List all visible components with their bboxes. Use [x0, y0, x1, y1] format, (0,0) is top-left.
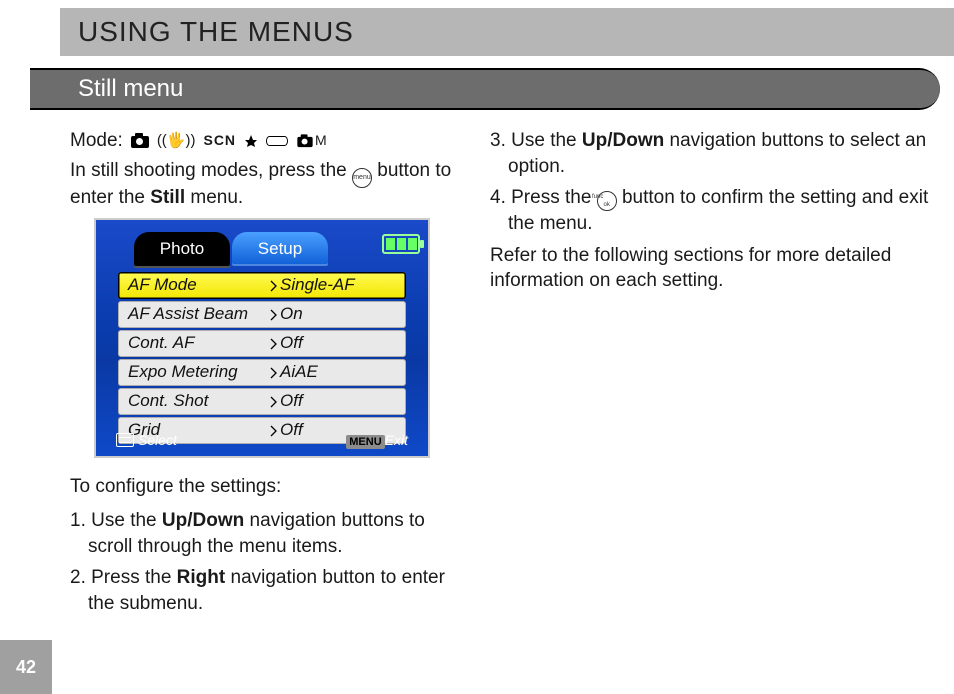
configure-heading: To configure the settings: — [70, 474, 465, 500]
menu-tag-icon: MENU — [346, 435, 384, 449]
lcd-tab-bar: Photo Setup — [96, 228, 428, 266]
right-column: 3. Use the Up/Down navigation buttons to… — [490, 128, 930, 302]
menu-row-value: Single-AF — [278, 274, 398, 297]
intro-bold: Still — [150, 187, 185, 208]
menu-row-value: Off — [278, 332, 398, 355]
step3-a: 3. Use the — [490, 130, 582, 151]
menu-button-icon: menu — [352, 168, 372, 188]
menu-row-arrow-icon — [270, 309, 278, 321]
menu-row-label: AF Assist Beam — [128, 303, 270, 326]
page-title: USING THE MENUS — [78, 16, 354, 48]
menu-row[interactable]: AF Mode Single-AF — [118, 272, 406, 299]
menu-row-arrow-icon — [270, 396, 278, 408]
page-number-tab: 42 — [0, 640, 52, 694]
menu-row-value: On — [278, 303, 398, 326]
nav-select-icon — [116, 433, 134, 447]
steps-right: 3. Use the Up/Down navigation buttons to… — [490, 128, 930, 237]
step2-a: 2. Press the — [70, 567, 177, 588]
anti-shake-icon: ((🖐)) — [157, 131, 196, 151]
intro-paragraph: In still shooting modes, press the menu … — [70, 158, 465, 211]
manual-mode-letter: M — [315, 131, 327, 150]
menu-row-arrow-icon — [270, 280, 278, 292]
menu-row[interactable]: Cont. Shot Off — [118, 388, 406, 415]
manual-mode-icon: M — [296, 131, 327, 150]
section-title: Still menu — [78, 75, 183, 103]
menu-row[interactable]: Cont. AF Off — [118, 330, 406, 357]
tab-setup[interactable]: Setup — [232, 232, 328, 266]
step-1: 1. Use the Up/Down navigation buttons to… — [70, 508, 465, 559]
tab-setup-label: Setup — [258, 238, 302, 261]
mode-line: Mode: ((🖐)) SCN M — [70, 128, 465, 154]
menu-row[interactable]: Expo Metering AiAE — [118, 359, 406, 386]
night-mode-icon — [244, 134, 258, 148]
step4-a: 4. Press the — [490, 187, 597, 208]
step1-a: 1. Use the — [70, 510, 162, 531]
page-title-bar: USING THE MENUS — [60, 8, 954, 56]
menu-row-label: AF Mode — [128, 274, 270, 297]
step-3: 3. Use the Up/Down navigation buttons to… — [490, 128, 930, 179]
menu-row-arrow-icon — [270, 338, 278, 350]
menu-row-value: AiAE — [278, 361, 398, 384]
panorama-icon — [266, 136, 288, 146]
menu-row-label: Expo Metering — [128, 361, 270, 384]
intro-text-3: menu. — [185, 187, 243, 208]
left-column: Mode: ((🖐)) SCN M In still shooting mode… — [70, 128, 465, 622]
lcd-footer: Select MENUExit — [96, 428, 428, 452]
section-header-leftcap — [30, 70, 60, 108]
step3-b: Up/Down — [582, 130, 664, 151]
menu-row-label: Cont. AF — [128, 332, 270, 355]
camera-lcd-screenshot: Photo Setup AF Mode Single-AF AF Assist Be… — [94, 218, 430, 458]
section-header: Still menu — [60, 70, 940, 108]
footer-exit-label: Exit — [385, 432, 408, 448]
step2-b: Right — [177, 567, 226, 588]
lcd-menu-list: AF Mode Single-AF AF Assist Beam On Cont. AF… — [118, 272, 406, 446]
steps-left: 1. Use the Up/Down navigation buttons to… — [70, 508, 465, 617]
refer-paragraph: Refer to the following sections for more… — [490, 243, 930, 294]
menu-row-value: Off — [278, 390, 398, 413]
func-ok-button-icon: funcok — [597, 191, 617, 211]
tab-photo-label: Photo — [160, 238, 204, 261]
footer-select-label: Select — [138, 431, 177, 450]
intro-text-1: In still shooting modes, press the — [70, 160, 352, 181]
mode-label: Mode: — [70, 128, 123, 154]
step-2: 2. Press the Right navigation button to … — [70, 565, 465, 616]
page-number: 42 — [16, 657, 36, 678]
camera-icon — [131, 135, 149, 147]
step-4: 4. Press the funcok button to confirm th… — [490, 185, 930, 236]
menu-row[interactable]: AF Assist Beam On — [118, 301, 406, 328]
menu-row-arrow-icon — [270, 367, 278, 379]
tab-photo[interactable]: Photo — [134, 232, 230, 266]
scn-mode-icon: SCN — [203, 131, 236, 150]
step1-b: Up/Down — [162, 510, 244, 531]
menu-row-label: Cont. Shot — [128, 390, 270, 413]
